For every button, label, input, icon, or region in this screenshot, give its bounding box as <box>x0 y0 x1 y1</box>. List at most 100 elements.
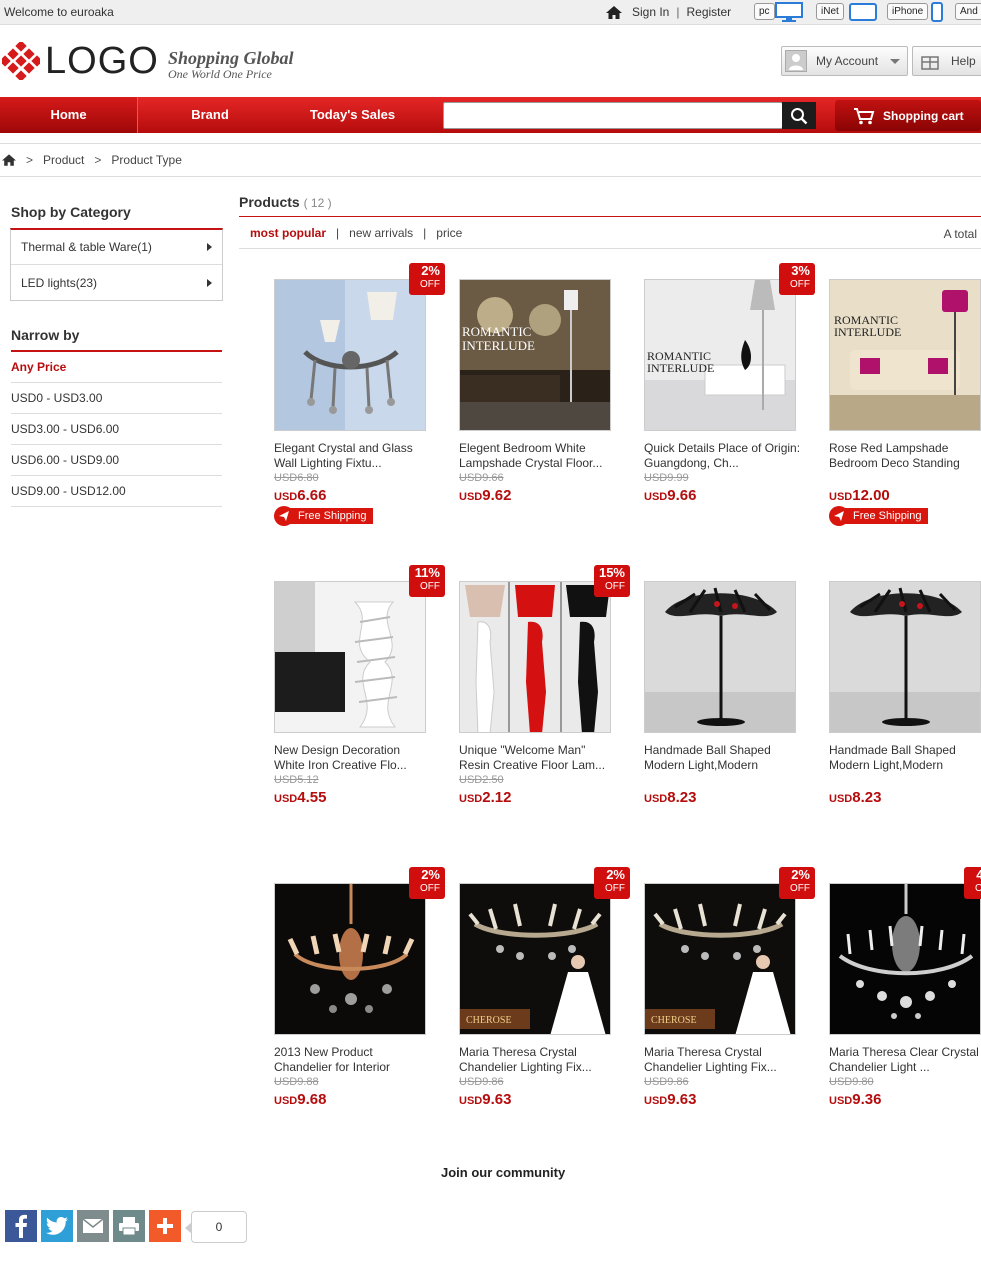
price-value: 9.62 <box>482 487 512 504</box>
price-value: 12.00 <box>852 487 890 504</box>
product-image[interactable] <box>829 581 981 733</box>
category-item[interactable]: Thermal & table Ware(1) <box>11 230 222 265</box>
search-button[interactable] <box>782 102 816 129</box>
price-value: 9.68 <box>297 1091 327 1108</box>
svg-text:INTERLUDE: INTERLUDE <box>462 338 535 353</box>
free-shipping-label: Free Shipping <box>288 508 373 524</box>
product-title[interactable]: 2013 New Product Chandelier for Interior <box>274 1045 434 1075</box>
product-title[interactable]: Handmade Ball Shaped Modern Light,Modern <box>644 743 804 773</box>
product-image[interactable] <box>644 581 796 733</box>
product-image[interactable] <box>274 279 426 431</box>
facebook-share-button[interactable] <box>5 1210 37 1242</box>
category-item[interactable]: LED lights(23) <box>11 265 222 300</box>
product-title[interactable]: Maria Theresa Clear Crystal Chandelier L… <box>829 1045 981 1075</box>
nav-home[interactable]: Home <box>0 97 138 133</box>
discount-percent: 11% <box>414 565 440 580</box>
sale-price: USD9.63 <box>644 1091 696 1108</box>
site-logo[interactable]: LOGO <box>2 42 159 80</box>
shopping-cart-button[interactable]: Shopping cart <box>835 100 981 131</box>
email-share-button[interactable] <box>77 1210 109 1242</box>
currency-label: USD <box>644 793 668 805</box>
slogan-main: Shopping Global <box>168 48 294 68</box>
product-image[interactable]: ROMANTIC INTERLUDE <box>644 279 796 431</box>
currency-label: USD <box>274 793 298 805</box>
product-image[interactable] <box>274 581 426 733</box>
product-title[interactable]: Elegant Crystal and Glass Wall Lighting … <box>274 441 434 471</box>
price-filter-item[interactable]: USD9.00 - USD12.00 <box>11 476 222 507</box>
breadcrumb-separator: > <box>26 153 34 167</box>
sort-price[interactable]: price <box>436 226 462 240</box>
product-title[interactable]: Quick Details Place of Origin: Guangdong… <box>644 441 804 471</box>
product-title[interactable]: Elegent Bedroom White Lampshade Crystal … <box>459 441 619 471</box>
product-title[interactable]: Unique "Welcome Man" Resin Creative Floo… <box>459 743 619 773</box>
currency-label: USD <box>829 1095 853 1107</box>
breadcrumb-product[interactable]: Product <box>43 153 84 167</box>
discount-percent: 2% <box>421 867 440 882</box>
product-title[interactable]: Handmade Ball Shaped Modern Light,Modern <box>829 743 981 773</box>
product-image[interactable]: CHEROSE <box>459 883 611 1035</box>
product-title[interactable]: Maria Theresa Crystal Chandelier Lightin… <box>459 1045 619 1075</box>
product-image[interactable] <box>274 883 426 1035</box>
sort-separator: | <box>336 225 340 240</box>
register-link[interactable]: Register <box>686 5 731 19</box>
home-icon[interactable] <box>606 5 622 19</box>
original-price: USD6.80 <box>274 472 319 484</box>
currency-label: USD <box>274 491 298 503</box>
sale-price: USD8.23 <box>829 789 881 806</box>
original-price: USD9.88 <box>274 1076 319 1088</box>
printer-icon <box>119 1217 139 1236</box>
sale-price: USD9.63 <box>459 1091 511 1108</box>
shop-by-category-title: Shop by Category <box>11 204 131 220</box>
chevron-down-icon <box>890 58 901 64</box>
discount-off-label: OFF <box>420 581 440 592</box>
price-filter-item[interactable]: USD0 - USD3.00 <box>11 383 222 414</box>
currency-label: USD <box>644 1095 668 1107</box>
discount-badge: 4%OFF <box>964 867 981 899</box>
product-image[interactable]: ROMANTIC INTERLUDE <box>829 279 981 431</box>
category-list: Thermal & table Ware(1) LED lights(23) <box>10 228 223 301</box>
original-price: USD9.86 <box>459 1076 504 1088</box>
product-image[interactable]: ROMANTIC INTERLUDE <box>459 279 611 431</box>
original-price: USD9.66 <box>459 472 504 484</box>
product-title[interactable]: Rose Red Lampshade Bedroom Deco Standing <box>829 441 981 471</box>
product-title[interactable]: New Design Decoration White Iron Creativ… <box>274 743 434 773</box>
price-filter-item[interactable]: USD6.00 - USD9.00 <box>11 445 222 476</box>
join-community-title: Join our community <box>441 1165 566 1180</box>
my-account-button[interactable]: My Account <box>781 46 908 76</box>
sale-price: USD12.00 <box>829 487 890 504</box>
discount-off-label: OFF <box>420 883 440 894</box>
price-value: 9.63 <box>482 1091 512 1108</box>
help-button[interactable]: Help <box>912 46 981 76</box>
more-share-button[interactable] <box>149 1210 181 1242</box>
share-count-bubble: 0 <box>185 1211 247 1243</box>
price-filter-item[interactable]: USD3.00 - USD6.00 <box>11 414 222 445</box>
product-image[interactable] <box>459 581 611 733</box>
top-bar: Welcome to euroaka Sign In | Register pc… <box>0 0 981 25</box>
home-icon[interactable] <box>2 154 16 166</box>
twitter-share-button[interactable] <box>41 1210 73 1242</box>
discount-percent: 2% <box>421 263 440 278</box>
breadcrumb-product-type[interactable]: Product Type <box>111 153 182 167</box>
product-image[interactable]: CHEROSE <box>644 883 796 1035</box>
sort-most-popular[interactable]: most popular <box>250 226 326 240</box>
device-inet[interactable]: iNet <box>816 2 877 21</box>
product-title[interactable]: Maria Theresa Crystal Chandelier Lightin… <box>644 1045 804 1075</box>
device-iphone[interactable]: iPhone <box>887 1 944 22</box>
price-filter-any[interactable]: Any Price <box>11 352 222 383</box>
narrow-by-title: Narrow by <box>11 327 80 343</box>
discount-badge: 3% OFF <box>779 263 815 295</box>
product-image[interactable] <box>829 883 981 1035</box>
device-pc[interactable]: pc <box>754 1 803 22</box>
search-input[interactable] <box>443 102 783 129</box>
sign-in-link[interactable]: Sign In <box>632 5 669 19</box>
sale-price: USD8.23 <box>644 789 696 806</box>
chevron-right-icon <box>207 243 212 251</box>
nav-brand[interactable]: Brand <box>145 97 275 133</box>
device-android[interactable]: And <box>955 2 981 21</box>
print-share-button[interactable] <box>113 1210 145 1242</box>
sort-new-arrivals[interactable]: new arrivals <box>349 226 413 240</box>
logo-text: LOGO <box>45 40 159 82</box>
original-price: USD9.86 <box>644 1076 689 1088</box>
nav-todays-sales[interactable]: Today's Sales <box>285 97 420 133</box>
sale-price: USD9.62 <box>459 487 511 504</box>
